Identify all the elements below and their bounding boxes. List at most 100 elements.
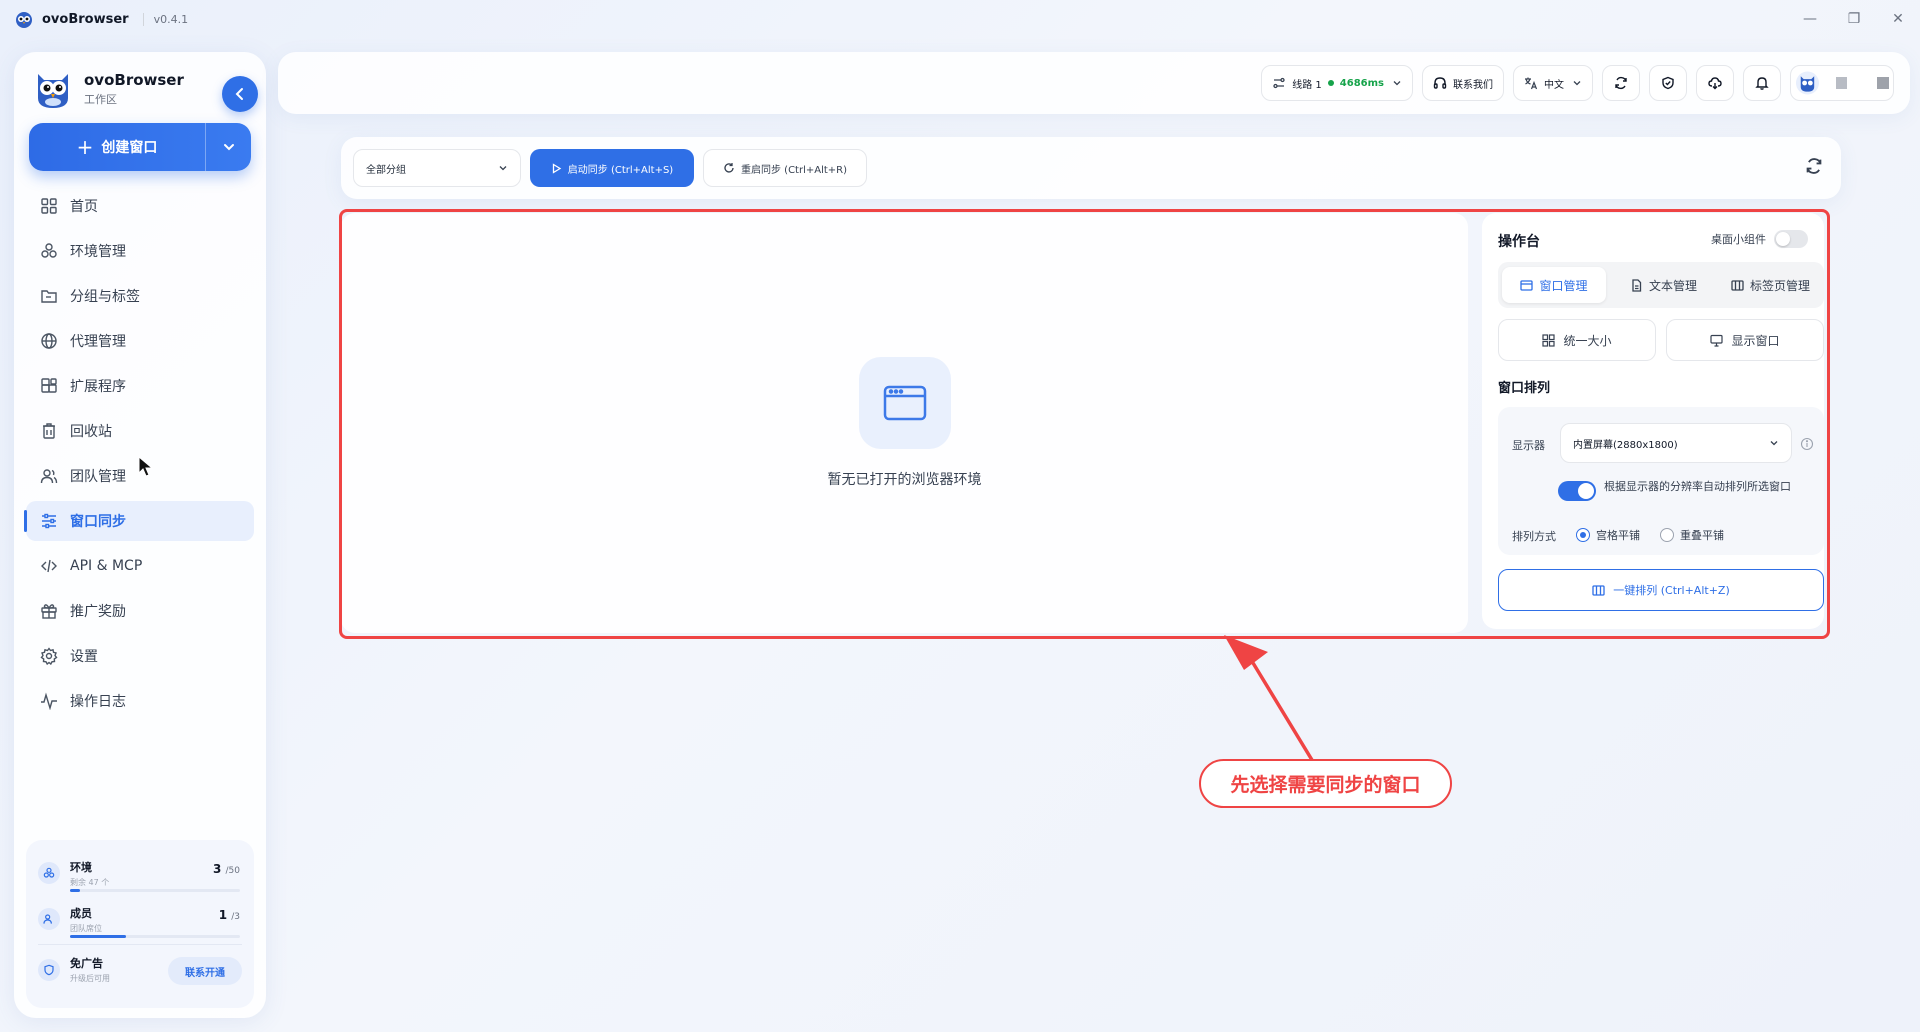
avatar-placeholder-block xyxy=(1877,77,1889,89)
users-icon xyxy=(38,908,60,930)
quota-env-title: 环境 xyxy=(70,860,92,874)
sidebar-item-groups-tags[interactable]: 分组与标签 xyxy=(26,276,254,316)
sidebar-item-label: 首页 xyxy=(70,199,98,215)
quota-env-count: 3 /50 xyxy=(212,862,240,876)
brand-subtitle: 工作区 xyxy=(84,93,117,106)
create-window-main[interactable]: + 创建窗口 xyxy=(29,135,205,159)
annotation-highlight-box xyxy=(339,209,1830,639)
sidebar-item-home[interactable]: 首页 xyxy=(26,186,254,226)
puzzle-icon xyxy=(41,378,57,393)
annotation-bubble: 先选择需要同步的窗口 xyxy=(1199,759,1452,808)
sidebar-item-label: 推广奖励 xyxy=(70,604,126,620)
restart-sync-label: 重启同步 (Ctrl+Alt+R) xyxy=(740,164,848,176)
brand: ovoBrowser 工作区 xyxy=(34,68,184,110)
contact-us-button[interactable]: 联系我们 xyxy=(1422,65,1504,101)
quota-adfree-sub: 升级后可用 xyxy=(70,974,110,983)
cubes-icon xyxy=(38,862,60,884)
contact-upgrade-button[interactable]: 联系开通 xyxy=(168,957,242,985)
shield-icon xyxy=(38,958,60,981)
route-icon xyxy=(1273,77,1285,89)
quota-member-title: 成员 xyxy=(70,906,92,920)
refresh-icon[interactable] xyxy=(1805,157,1823,175)
globe-icon xyxy=(41,333,57,349)
sidebar-item-label: 回收站 xyxy=(70,424,112,440)
line-label: 线路 1 xyxy=(1292,79,1322,91)
latency-value: 4686ms xyxy=(1339,77,1384,89)
sidebar-item-label: 操作日志 xyxy=(70,694,126,710)
security-button[interactable] xyxy=(1649,65,1687,101)
grid-icon xyxy=(41,198,57,214)
sidebar-item-proxies[interactable]: 代理管理 xyxy=(26,321,254,361)
create-window-button[interactable]: + 创建窗口 xyxy=(29,123,251,171)
quota-member-progress-fill xyxy=(70,935,127,938)
annotation-arrow-icon xyxy=(1224,635,1314,762)
quota-env-progress xyxy=(70,889,240,892)
start-sync-button[interactable]: 启动同步 (Ctrl+Alt+S) xyxy=(530,149,694,187)
contact-us-label: 联系我们 xyxy=(1453,79,1493,91)
sidebar-item-label: 环境管理 xyxy=(70,244,126,260)
app-logo-icon xyxy=(16,12,32,28)
start-sync-label: 启动同步 (Ctrl+Alt+S) xyxy=(567,164,674,176)
sidebar-item-settings[interactable]: 设置 xyxy=(26,636,254,676)
cubes-icon xyxy=(41,243,57,258)
app-version: v0.4.1 xyxy=(142,12,188,26)
sync-toolbar: 全部分组 启动同步 (Ctrl+Alt+S) 重启同步 (Ctrl+Alt+R) xyxy=(341,137,1841,199)
plus-icon: + xyxy=(76,135,94,159)
brand-name: ovoBrowser xyxy=(84,71,184,89)
quota-member-progress xyxy=(70,935,240,938)
sidebar-item-recycle-bin[interactable]: 回收站 xyxy=(26,411,254,451)
minimize-icon[interactable]: — xyxy=(1788,0,1832,38)
sidebar-item-environments[interactable]: 环境管理 xyxy=(26,231,254,271)
chevron-down-icon xyxy=(1393,81,1401,86)
user-avatar-menu[interactable] xyxy=(1790,65,1894,101)
sidebar-item-label: 设置 xyxy=(70,649,98,665)
quota-adfree: 免广告 升级后可用 联系开通 xyxy=(38,944,242,990)
notifications-button[interactable] xyxy=(1743,65,1781,101)
quota-env-sub: 剩余 47 个 xyxy=(70,877,110,887)
owl-logo-icon xyxy=(38,74,68,108)
sync-refresh-button[interactable] xyxy=(1602,65,1640,101)
chevron-left-icon xyxy=(235,88,243,100)
chevron-down-icon xyxy=(499,166,507,171)
collapse-sidebar-button[interactable] xyxy=(222,76,258,112)
sidebar-item-label: 窗口同步 xyxy=(70,514,126,530)
title-bar: ovoBrowser v0.4.1 — ❐ ✕ xyxy=(0,0,1920,38)
headset-icon xyxy=(1433,77,1447,89)
avatar xyxy=(1795,71,1819,95)
quota-member-count: 1 /3 xyxy=(218,908,240,922)
language-selector[interactable]: 中文 xyxy=(1513,65,1593,101)
users-icon xyxy=(40,469,58,484)
restart-sync-button[interactable]: 重启同步 (Ctrl+Alt+R) xyxy=(703,149,867,187)
restore-icon[interactable]: ❐ xyxy=(1832,0,1876,38)
sidebar-item-extensions[interactable]: 扩展程序 xyxy=(26,366,254,406)
sidebar-item-referral[interactable]: 推广奖励 xyxy=(26,591,254,631)
avatar-placeholder-block xyxy=(1835,77,1848,89)
sidebar-item-label: 团队管理 xyxy=(70,469,126,485)
top-header: 线路 1 4686ms 联系我们 中文 xyxy=(278,52,1910,114)
cloud-download-icon xyxy=(1708,77,1722,90)
quota-environments: 环境 剩余 47 个 3 /50 xyxy=(38,850,242,896)
refresh-icon xyxy=(1615,76,1627,90)
quota-card: 环境 剩余 47 个 3 /50 成员 团队席位 1 /3 免广告 升级后可用 … xyxy=(26,840,254,1008)
sidebar-item-api-mcp[interactable]: API & MCP xyxy=(26,546,254,586)
quota-member-sub: 团队席位 xyxy=(70,923,102,933)
chevron-down-icon xyxy=(1573,81,1581,86)
quota-env-progress-fill xyxy=(70,889,81,892)
group-select[interactable]: 全部分组 xyxy=(353,149,521,187)
sidebar-item-label: 扩展程序 xyxy=(70,379,126,395)
online-status-dot xyxy=(1327,80,1334,86)
quota-adfree-title: 免广告 xyxy=(70,957,103,970)
sidebar: ovoBrowser 工作区 + 创建窗口 首页 环境管理 分组与标签 代理管理… xyxy=(14,52,266,1018)
sidebar-item-label: API & MCP xyxy=(70,558,143,574)
sidebar-item-window-sync[interactable]: 窗口同步 xyxy=(24,501,254,541)
sidebar-item-label: 分组与标签 xyxy=(70,289,140,305)
rotate-icon xyxy=(724,163,734,173)
cloud-download-button[interactable] xyxy=(1696,65,1734,101)
close-icon[interactable]: ✕ xyxy=(1876,0,1920,38)
sliders-icon xyxy=(42,513,56,529)
sidebar-item-logs[interactable]: 操作日志 xyxy=(26,681,254,721)
line-selector[interactable]: 线路 1 4686ms xyxy=(1261,65,1413,101)
create-window-dropdown[interactable] xyxy=(205,123,251,171)
app-title: ovoBrowser xyxy=(42,11,129,27)
bell-icon xyxy=(1755,77,1769,90)
